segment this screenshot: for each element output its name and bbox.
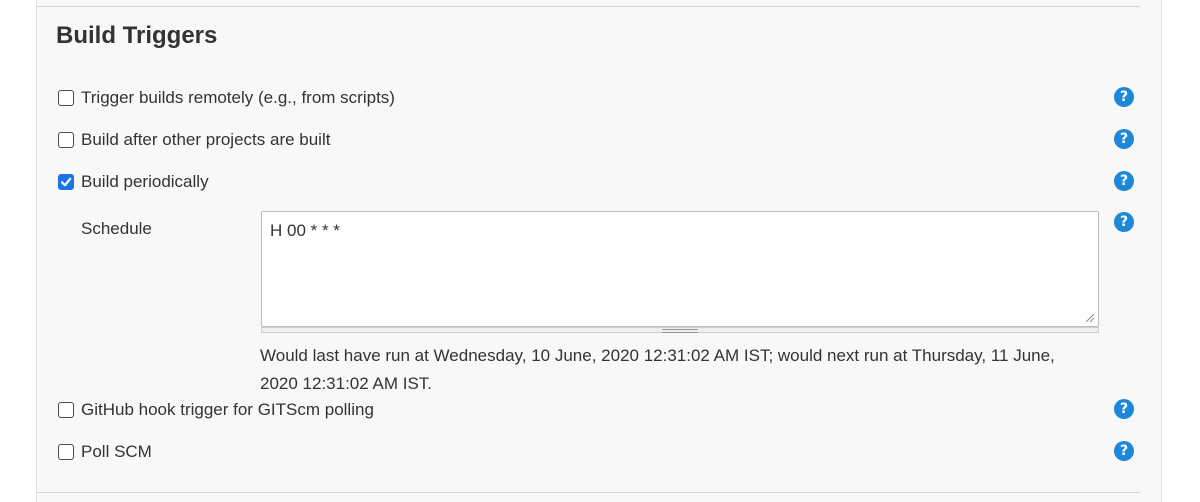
schedule-info-text: Would last have run at Wednesday, 10 Jun… — [260, 346, 1055, 393]
build-after-option[interactable]: Build after other projects are built — [58, 128, 330, 152]
build-periodically-label[interactable]: Build periodically — [81, 172, 209, 192]
poll-scm-option[interactable]: Poll SCM — [58, 440, 152, 464]
checkmark-icon — [60, 177, 72, 187]
section-divider-top — [36, 6, 1140, 7]
trigger-remote-option[interactable]: Trigger builds remotely (e.g., from scri… — [58, 86, 395, 110]
help-icon[interactable]: ? — [1114, 212, 1134, 232]
help-icon[interactable]: ? — [1114, 129, 1134, 149]
github-hook-checkbox[interactable] — [58, 402, 74, 418]
section-divider-bottom — [36, 492, 1140, 493]
trigger-remote-checkbox[interactable] — [58, 90, 74, 106]
schedule-label: Schedule — [81, 219, 152, 238]
build-periodically-checkbox[interactable] — [58, 174, 74, 190]
resize-grip-icon[interactable] — [1085, 313, 1095, 323]
build-after-label[interactable]: Build after other projects are built — [81, 130, 330, 150]
trigger-remote-label[interactable]: Trigger builds remotely (e.g., from scri… — [81, 88, 395, 108]
help-icon[interactable]: ? — [1114, 87, 1134, 107]
help-icon[interactable]: ? — [1114, 171, 1134, 191]
poll-scm-label[interactable]: Poll SCM — [81, 442, 152, 462]
schedule-textarea[interactable]: H 00 * * * — [261, 211, 1099, 327]
section-title: Build Triggers — [56, 22, 218, 49]
schedule-value: H 00 * * * — [270, 221, 340, 240]
github-hook-option[interactable]: GitHub hook trigger for GITScm polling — [58, 398, 374, 422]
help-icon[interactable]: ? — [1114, 399, 1134, 419]
drag-handle-icon[interactable] — [662, 329, 698, 333]
build-periodically-option[interactable]: Build periodically — [58, 170, 209, 194]
help-icon[interactable]: ? — [1114, 441, 1134, 461]
poll-scm-checkbox[interactable] — [58, 444, 74, 460]
textarea-resize-bar[interactable] — [261, 327, 1099, 333]
build-after-checkbox[interactable] — [58, 132, 74, 148]
github-hook-label[interactable]: GitHub hook trigger for GITScm polling — [81, 400, 374, 420]
